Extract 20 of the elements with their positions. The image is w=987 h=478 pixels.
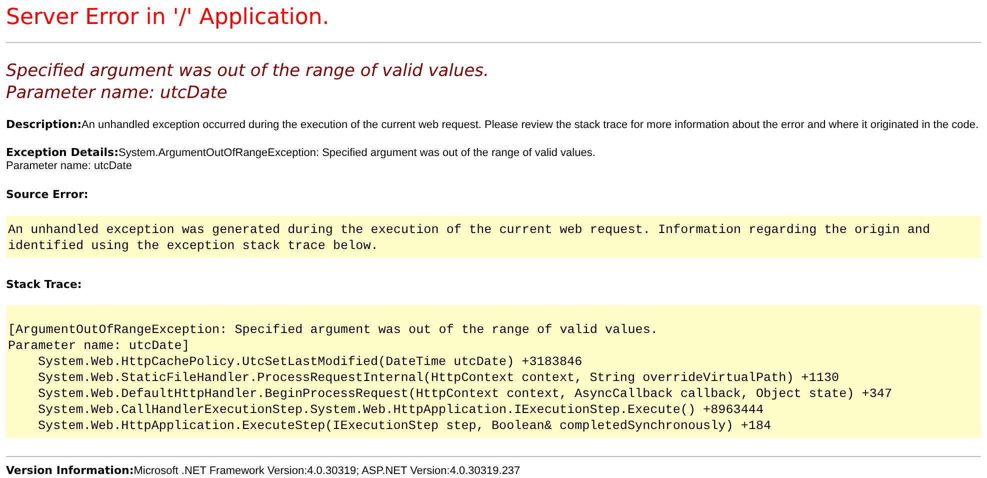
description-label: Description: [6, 118, 82, 131]
stack-trace-line: System.Web.HttpCachePolicy.UtcSetLastModified(DateTime utcDate) +3183846 [37, 354, 584, 370]
exception-details-label: Exception Details: [6, 146, 118, 159]
stack-trace-label: Stack Trace: [6, 278, 82, 291]
version-information-label: Version Information: [6, 464, 134, 477]
version-information-text: Microsoft .NET Framework Version:4.0.30319; ASP.NET Version:4.0.30319.237 [134, 465, 520, 477]
stack-trace-line: System.Web.DefaultHttpHandler.BeginProcessRequest(HttpContext context, AsyncCallback callback, Object state) +347 [37, 386, 893, 402]
stack-trace-line: Parameter name: utcDate] [8, 338, 190, 354]
exception-details-text: System.ArgumentOutOfRangeException: Specified argument was out of the range of valid values. [118, 147, 596, 159]
stack-trace-line: System.Web.CallHandlerExecutionStep.System.Web.HttpApplication.IExecutionStep.Execute() +8963444 [37, 402, 765, 418]
parameter-name-text: Parameter name: utcDate [6, 160, 133, 173]
source-error-message: An unhandled exception was generated during the execution of the current web request. Information regarding the origin and identified using the exception stack trace below. [6, 216, 981, 258]
page-title: Server Error in '/' Application. [6, 4, 330, 32]
source-error-label: Source Error: [6, 188, 88, 201]
stack-trace-line: System.Web.HttpApplication.ExecuteStep(IExecutionStep step, Boolean& completedSynchronously) +184 [37, 418, 772, 434]
stack-trace-line: [ArgumentOutOfRangeException: Specified argument was out of the range of valid values. [8, 322, 659, 338]
error-heading: Specified argument was out of the range of valid values. [6, 60, 490, 82]
description-text: An unhandled exception occurred during the execution of the current web request. Please review the stack trace for more information about the error and where it originated in the code. [82, 119, 979, 131]
error-heading: Parameter name: utcDate [6, 82, 228, 104]
stack-trace-line: System.Web.StaticFileHandler.ProcessRequestInternal(HttpContext context, String overrideVirtualPath) +1130 [37, 370, 840, 386]
